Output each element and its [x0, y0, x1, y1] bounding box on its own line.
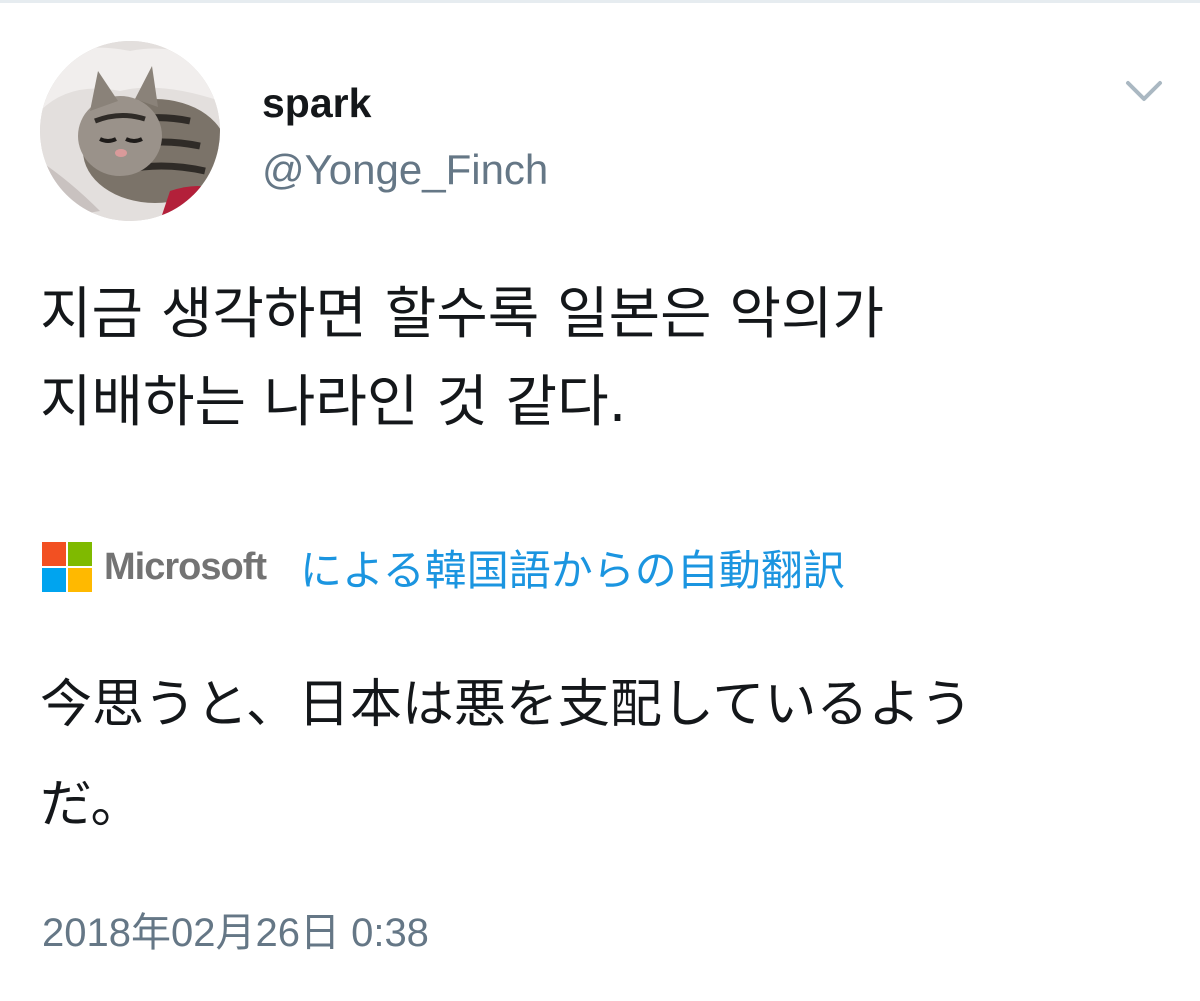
translated-text: 今思うと、日本は悪を支配しているよう だ。 [40, 655, 1170, 855]
tweet-card: spark @Yonge_Finch 지금 생각하면 할수록 일본은 악의가 지… [0, 0, 1200, 1001]
tweet-timestamp[interactable]: 2018年02月26日 0:38 [42, 907, 429, 959]
avatar[interactable] [40, 41, 220, 221]
user-handle[interactable]: @Yonge_Finch [262, 143, 548, 197]
translated-text-line: 今思うと、日本は悪を支配しているよう [40, 675, 973, 735]
tweet-text-line: 지금 생각하면 할수록 일본은 악의가 [40, 282, 885, 347]
translation-attribution: Microsoft による韓国語からの自動翻訳 [42, 539, 1172, 595]
tweet-text: 지금 생각하면 할수록 일본은 악의가 지배하는 나라인 것 같다. [40, 271, 1170, 447]
microsoft-wordmark: Microsoft [104, 545, 267, 588]
chevron-down-icon [1126, 81, 1162, 101]
cat-avatar-icon [40, 41, 220, 221]
tweet-text-line: 지배하는 나라인 것 같다. [40, 370, 627, 435]
translation-link[interactable]: による韓国語からの自動翻訳 [300, 537, 845, 598]
microsoft-logo-icon [42, 542, 92, 592]
translated-text-line: だ。 [40, 775, 143, 835]
display-name[interactable]: spark [262, 77, 371, 129]
tweet-menu-button[interactable] [1122, 73, 1166, 109]
